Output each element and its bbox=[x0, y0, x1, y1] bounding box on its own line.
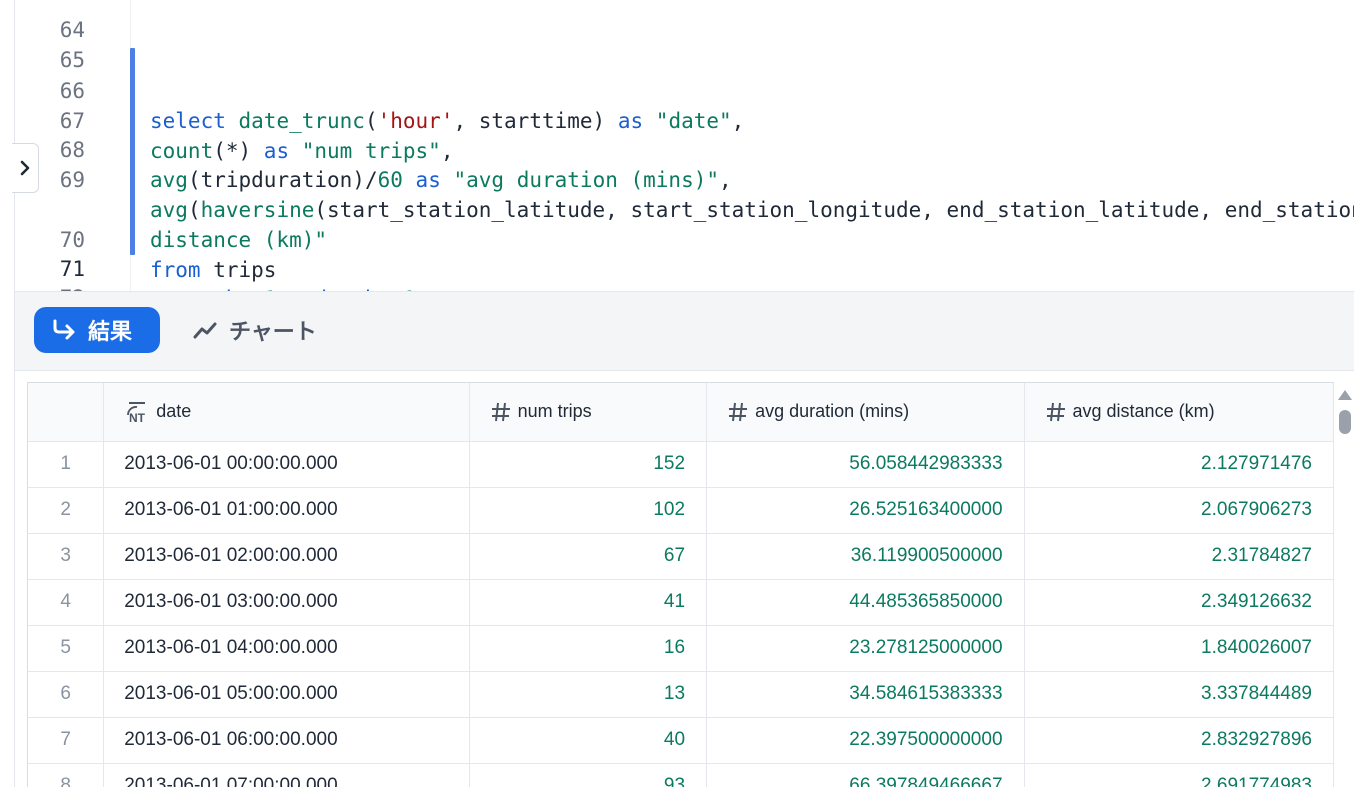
column-label: avg distance (km) bbox=[1072, 401, 1215, 422]
code-line: distance (km)" bbox=[15, 165, 1354, 252]
code-line: 69 avg(haversine(start_station_latitude,… bbox=[15, 135, 1354, 222]
expand-panel-button[interactable] bbox=[12, 143, 39, 193]
table-row[interactable]: 7 2013-06-01 06:00:00.000 40 22.39750000… bbox=[28, 717, 1334, 764]
cell-avg-distance[interactable]: 2.067906273 bbox=[1024, 487, 1334, 534]
column-label: date bbox=[156, 401, 192, 422]
cell-num-trips[interactable]: 41 bbox=[469, 579, 708, 626]
row-number-header bbox=[28, 383, 105, 442]
line-number: 72 bbox=[15, 283, 85, 291]
left-rail bbox=[0, 0, 15, 787]
results-tab-label: 結果 bbox=[88, 319, 133, 344]
cell-num-trips[interactable]: 67 bbox=[469, 533, 708, 580]
cell-avg-distance[interactable]: 3.337844489 bbox=[1024, 671, 1334, 718]
code-line: 70 from trips bbox=[15, 195, 1354, 282]
code-line: 67 count(*) as "num trips", bbox=[15, 76, 1354, 163]
table-row[interactable]: 1 2013-06-01 00:00:00.000 152 56.0584429… bbox=[28, 441, 1334, 488]
cell-avg-distance[interactable]: 2.691774983 bbox=[1024, 763, 1334, 787]
header-row: NT date num trips avg duration (mins) av… bbox=[28, 383, 1334, 442]
cell-num-trips[interactable]: 40 bbox=[469, 717, 708, 764]
cell-date[interactable]: 2013-06-01 06:00:00.000 bbox=[103, 717, 470, 764]
cell-date[interactable]: 2013-06-01 04:00:00.000 bbox=[103, 625, 470, 672]
cell-date[interactable]: 2013-06-01 07:00:00.000 bbox=[103, 763, 470, 787]
cell-date[interactable]: 2013-06-01 02:00:00.000 bbox=[103, 533, 470, 580]
code-line: 71 group by 1 order by 1; bbox=[15, 224, 1354, 291]
chevron-right-icon bbox=[20, 160, 30, 176]
results-tab-button[interactable]: 結果 bbox=[34, 307, 160, 353]
cell-avg-duration[interactable]: 66.397849466667 bbox=[706, 763, 1025, 787]
row-number: 1 bbox=[28, 441, 105, 488]
table-row[interactable]: 2 2013-06-01 01:00:00.000 102 26.5251634… bbox=[28, 487, 1334, 534]
cell-avg-duration[interactable]: 26.525163400000 bbox=[706, 487, 1025, 534]
cell-num-trips[interactable]: 16 bbox=[469, 625, 708, 672]
code-text: group by 1 order by 1; bbox=[150, 284, 428, 291]
cell-avg-distance[interactable]: 2.832927896 bbox=[1024, 717, 1334, 764]
return-arrow-icon bbox=[53, 319, 75, 340]
cell-avg-distance[interactable]: 2.349126632 bbox=[1024, 579, 1334, 626]
code-line: 68 avg(tripduration)/60 as "avg duration… bbox=[15, 105, 1354, 192]
cell-avg-distance[interactable]: 1.840026007 bbox=[1024, 625, 1334, 672]
cell-avg-duration[interactable]: 34.584615383333 bbox=[706, 671, 1025, 718]
cell-avg-distance[interactable]: 2.31784827 bbox=[1024, 533, 1334, 580]
cell-avg-duration[interactable]: 36.119900500000 bbox=[706, 533, 1025, 580]
cell-avg-duration[interactable]: 56.058442983333 bbox=[706, 441, 1025, 488]
hash-icon bbox=[1046, 402, 1065, 421]
cell-num-trips[interactable]: 13 bbox=[469, 671, 708, 718]
row-number: 4 bbox=[28, 579, 105, 626]
cell-date[interactable]: 2013-06-01 00:00:00.000 bbox=[103, 441, 470, 488]
cell-avg-duration[interactable]: 44.485365850000 bbox=[706, 579, 1025, 626]
column-header-date[interactable]: NT date bbox=[103, 383, 470, 442]
column-label: avg duration (mins) bbox=[755, 401, 910, 422]
cell-date[interactable]: 2013-06-01 03:00:00.000 bbox=[103, 579, 470, 626]
row-number: 5 bbox=[28, 625, 105, 672]
chart-tab-button[interactable]: チャート bbox=[193, 307, 317, 353]
code-line: 64 bbox=[15, 0, 1354, 42]
cell-avg-duration[interactable]: 23.278125000000 bbox=[706, 625, 1025, 672]
scroll-thumb[interactable] bbox=[1339, 410, 1351, 434]
hash-icon bbox=[491, 402, 510, 421]
cell-date[interactable]: 2013-06-01 05:00:00.000 bbox=[103, 671, 470, 718]
column-label: num trips bbox=[517, 401, 592, 422]
column-header-avg-distance[interactable]: avg distance (km) bbox=[1024, 383, 1334, 442]
results-scrollbar[interactable] bbox=[1334, 382, 1354, 787]
cell-num-trips[interactable]: 93 bbox=[469, 763, 708, 787]
row-number: 2 bbox=[28, 487, 105, 534]
sql-editor[interactable]: 64 65 66 select date_trunc('hour', start… bbox=[15, 0, 1354, 291]
hash-icon bbox=[729, 402, 748, 421]
chart-tab-label: チャート bbox=[229, 319, 317, 344]
table-row[interactable]: 6 2013-06-01 05:00:00.000 13 34.58461538… bbox=[28, 671, 1334, 718]
row-number: 7 bbox=[28, 717, 105, 764]
code-line: 66 select date_trunc('hour', starttime) … bbox=[15, 46, 1354, 133]
timestamp-ntz-icon: NT bbox=[127, 401, 146, 424]
column-header-num-trips[interactable]: num trips bbox=[469, 383, 708, 442]
svg-text:NT: NT bbox=[129, 411, 146, 424]
scroll-up-arrow-icon[interactable] bbox=[1338, 390, 1352, 400]
results-grid: NT date num trips avg duration (mins) av… bbox=[27, 382, 1334, 787]
column-header-avg-duration[interactable]: avg duration (mins) bbox=[706, 383, 1025, 442]
cell-num-trips[interactable]: 152 bbox=[469, 441, 708, 488]
cell-date[interactable]: 2013-06-01 01:00:00.000 bbox=[103, 487, 470, 534]
code-line: 72 bbox=[15, 253, 1354, 291]
results-table: NT date num trips avg duration (mins) av… bbox=[28, 383, 1334, 787]
table-row[interactable]: 4 2013-06-01 03:00:00.000 41 44.48536585… bbox=[28, 579, 1334, 626]
code-line: 65 bbox=[15, 15, 1354, 72]
row-number: 8 bbox=[28, 763, 105, 787]
table-row[interactable]: 5 2013-06-01 04:00:00.000 16 23.27812500… bbox=[28, 625, 1334, 672]
cell-avg-distance[interactable]: 2.127971476 bbox=[1024, 441, 1334, 488]
cell-num-trips[interactable]: 102 bbox=[469, 487, 708, 534]
row-number: 6 bbox=[28, 671, 105, 718]
table-row[interactable]: 3 2013-06-01 02:00:00.000 67 36.11990050… bbox=[28, 533, 1334, 580]
line-chart-icon bbox=[193, 322, 217, 339]
row-number: 3 bbox=[28, 533, 105, 580]
cell-avg-duration[interactable]: 22.397500000000 bbox=[706, 717, 1025, 764]
table-row[interactable]: 8 2013-06-01 07:00:00.000 93 66.39784946… bbox=[28, 763, 1334, 787]
results-toolbar: 結果 チャート bbox=[15, 291, 1354, 371]
